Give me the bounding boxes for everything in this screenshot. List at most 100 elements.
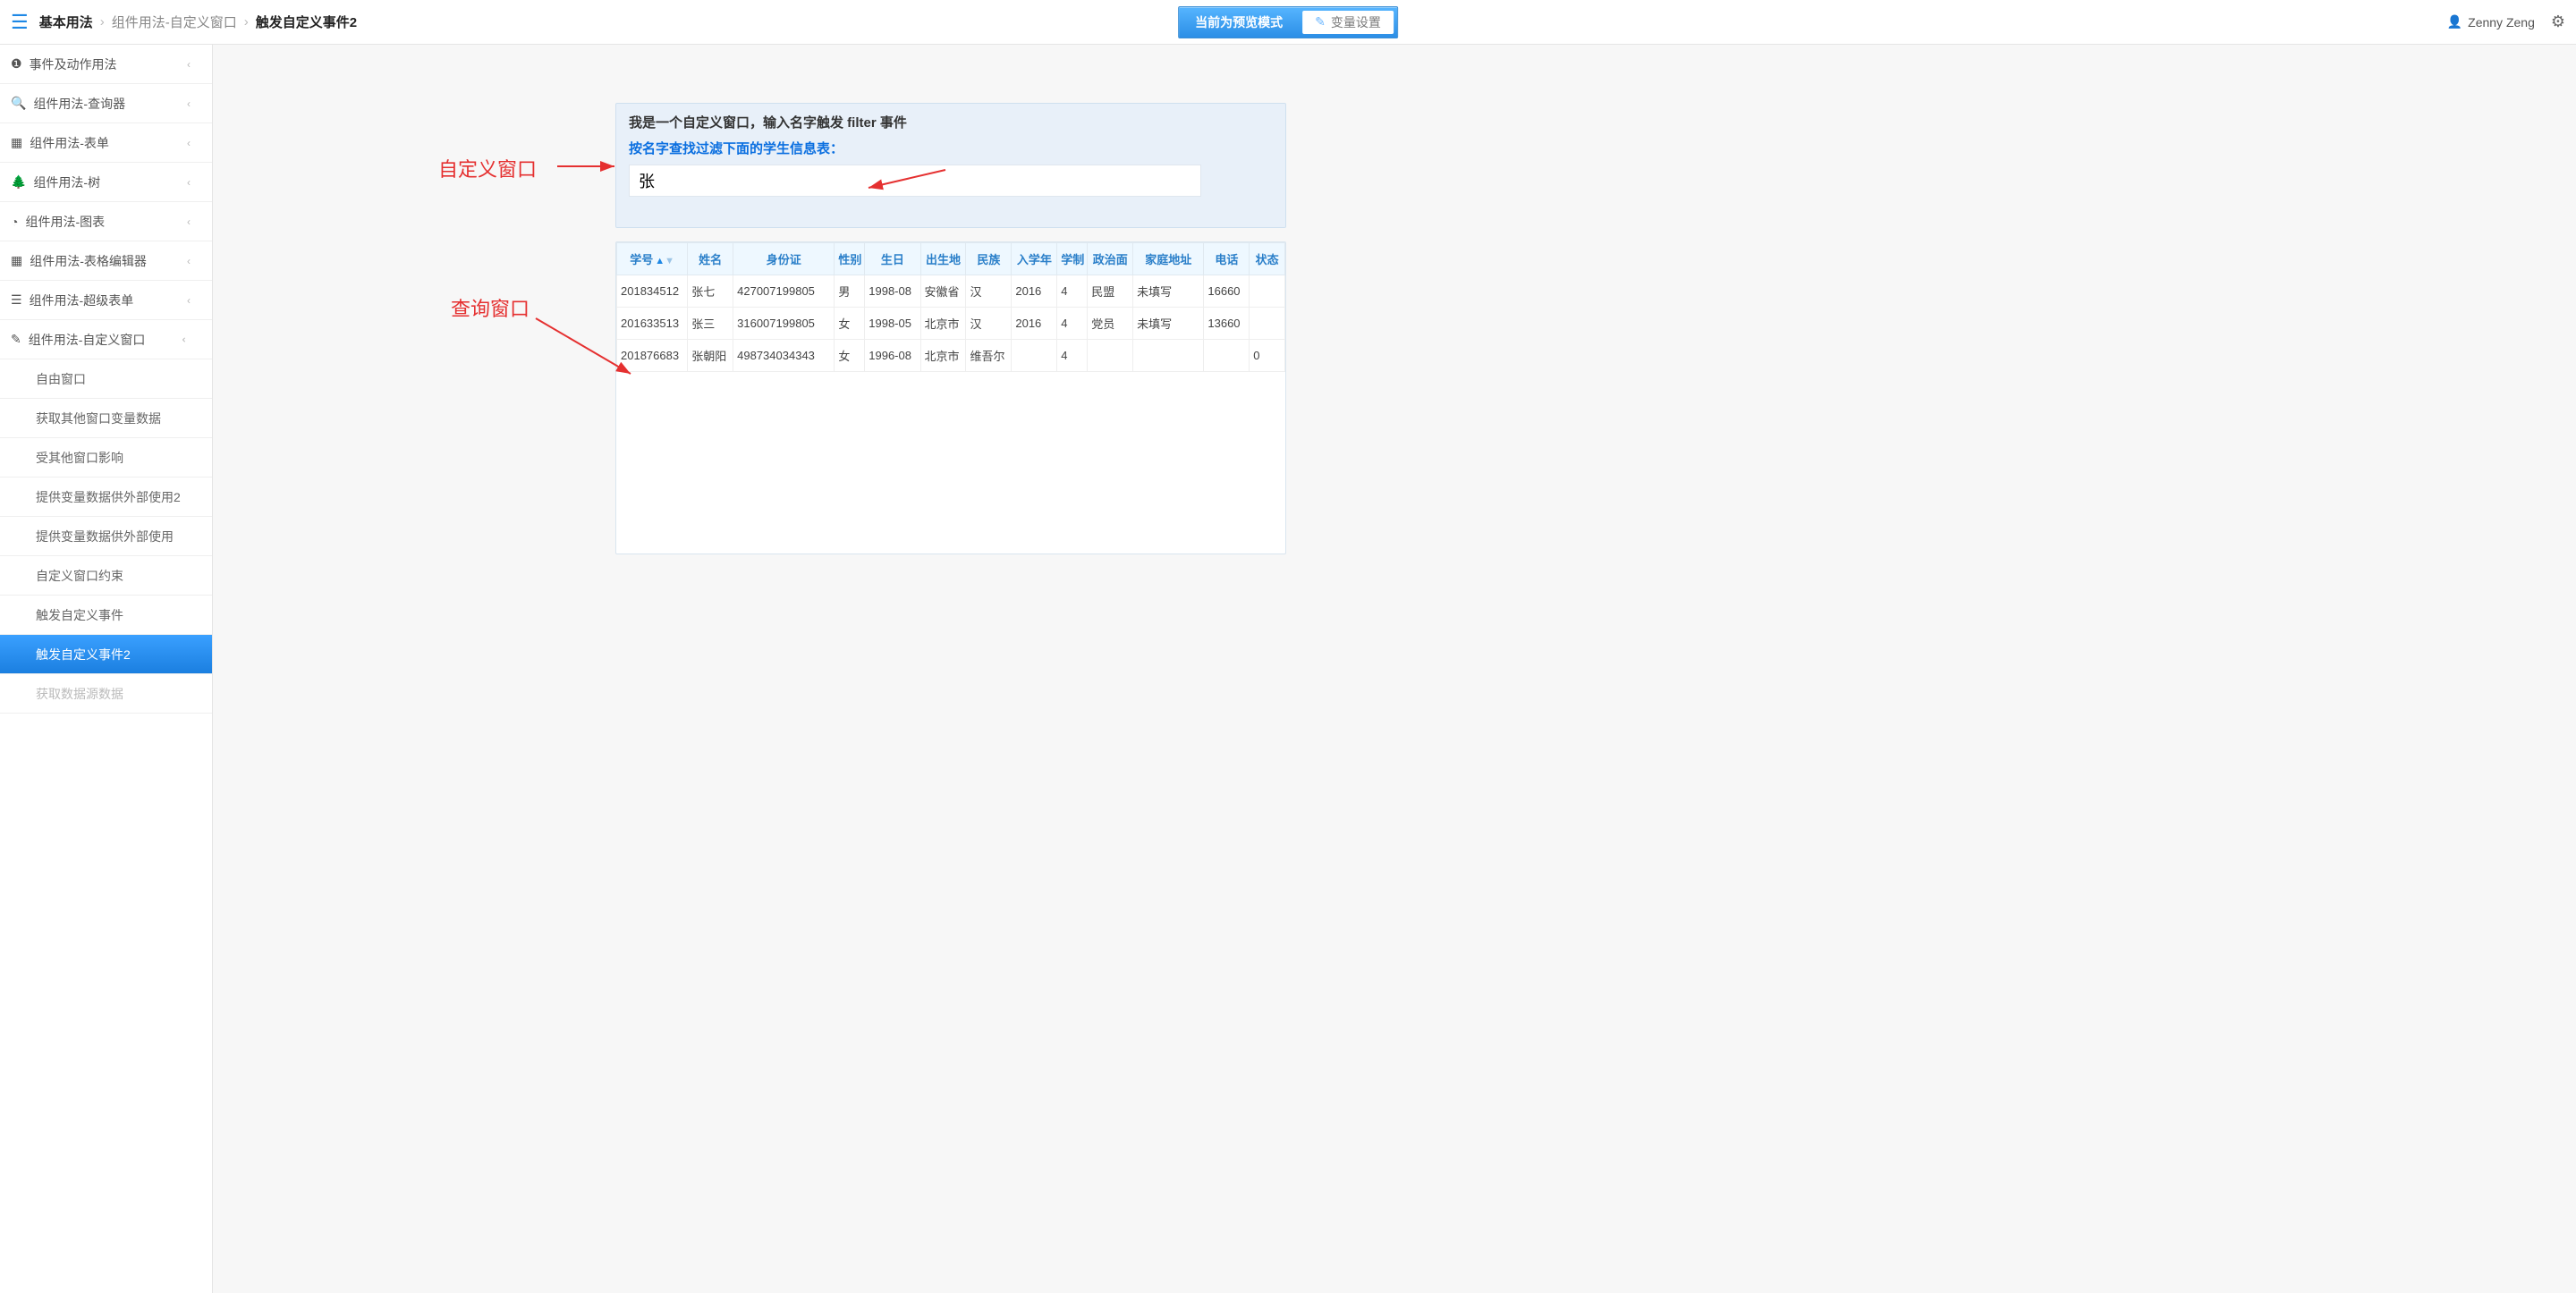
table-cell: 张七: [688, 275, 733, 308]
table-cell: 4: [1057, 308, 1088, 340]
custom-window-title: 我是一个自定义窗口，输入名字触发 filter 事件: [616, 104, 1285, 137]
search-icon: 🔍: [11, 96, 26, 111]
table-cell: [1204, 340, 1250, 372]
table-cell: 安徽省: [920, 275, 966, 308]
info-circle-icon: ❶: [11, 56, 22, 72]
annotation-arrows: [213, 45, 2576, 1293]
col-header[interactable]: 学制: [1057, 243, 1088, 275]
col-header[interactable]: 出生地: [920, 243, 966, 275]
col-header[interactable]: 状态: [1250, 243, 1285, 275]
name-filter-input[interactable]: [629, 165, 1201, 197]
table-cell: 汉: [966, 275, 1012, 308]
sidebar-sub-6[interactable]: 触发自定义事件: [0, 596, 212, 635]
sidebar-sub-3[interactable]: 提供变量数据供外部使用2: [0, 477, 212, 517]
chevron-right-icon: ›: [244, 14, 249, 30]
sidebar-item-5[interactable]: ▦组件用法-表格编辑器‹: [0, 241, 212, 281]
col-header[interactable]: 姓名: [688, 243, 733, 275]
sidebar-item-0[interactable]: ❶ 事件及动作用法 ‹: [0, 45, 212, 84]
chevron-left-icon: ‹: [187, 294, 191, 307]
table-cell: 汉: [966, 308, 1012, 340]
sidebar-item-6[interactable]: ☰组件用法-超级表单‹: [0, 281, 212, 320]
grid-icon: ▦: [11, 253, 22, 268]
chevron-right-icon: ›: [100, 14, 105, 30]
sidebar-item-label: 事件及动作用法: [30, 55, 117, 73]
user-icon: 👤: [2447, 14, 2462, 30]
table-cell: [1250, 308, 1285, 340]
sidebar-sub-8[interactable]: 获取数据源数据: [0, 674, 212, 714]
sidebar-item-4[interactable]: ◔组件用法-图表‹: [0, 202, 212, 241]
table-cell: [1133, 340, 1204, 372]
table-cell: 316007199805: [733, 308, 835, 340]
breadcrumb: 基本用法 › 组件用法-自定义窗口 › 触发自定义事件2: [39, 13, 357, 31]
col-header[interactable]: 生日: [865, 243, 920, 275]
col-header[interactable]: 民族: [966, 243, 1012, 275]
col-header[interactable]: 学号▲▼: [617, 243, 688, 275]
sidebar-item-7[interactable]: ✎组件用法-自定义窗口⌄: [0, 320, 212, 359]
chevron-left-icon: ‹: [187, 58, 191, 71]
sidebar-sub-2[interactable]: 受其他窗口影响: [0, 438, 212, 477]
table-cell: 女: [835, 340, 865, 372]
sidebar-item-2[interactable]: ▦组件用法-表单‹: [0, 123, 212, 163]
annotation-custom-window-label: 自定义窗口: [438, 154, 537, 182]
chevron-left-icon: ‹: [187, 97, 191, 110]
col-header[interactable]: 性别: [835, 243, 865, 275]
sidebar-item-label: 组件用法-超级表单: [30, 292, 134, 309]
sidebar-item-label: 组件用法-自定义窗口: [29, 331, 146, 349]
filter-label: 按名字查找过滤下面的学生信息表：: [616, 137, 1285, 165]
sidebar-sub-7[interactable]: 触发自定义事件2: [0, 635, 212, 674]
chart-icon: ◔: [11, 215, 18, 229]
table-row[interactable]: 201633513张三316007199805女1998-05北京市汉20164…: [617, 308, 1285, 340]
sidebar-sub-1[interactable]: 获取其他窗口变量数据: [0, 399, 212, 438]
chevron-left-icon: ‹: [187, 137, 191, 149]
table-row[interactable]: 201834512张七427007199805男1998-08安徽省汉20164…: [617, 275, 1285, 308]
table-cell: [1088, 340, 1133, 372]
sidebar-item-3[interactable]: 🌲组件用法-树‹: [0, 163, 212, 202]
sidebar-sub-4[interactable]: 提供变量数据供外部使用: [0, 517, 212, 556]
tree-icon: 🌲: [11, 174, 26, 190]
user-menu[interactable]: 👤 Zenny Zeng: [2447, 14, 2535, 30]
topbar-right: 👤 Zenny Zeng ⚙: [2447, 13, 2565, 31]
table-cell: 427007199805: [733, 275, 835, 308]
col-header[interactable]: 入学年: [1012, 243, 1057, 275]
table-cell: 0: [1250, 340, 1285, 372]
table-cell: 201834512: [617, 275, 688, 308]
breadcrumb-current: 触发自定义事件2: [256, 13, 357, 31]
col-header[interactable]: 身份证: [733, 243, 835, 275]
sidebar-item-1[interactable]: 🔍组件用法-查询器‹: [0, 84, 212, 123]
table-cell: 16660: [1204, 275, 1250, 308]
table-cell: 女: [835, 308, 865, 340]
sidebar-item-label: 组件用法-表单: [30, 134, 109, 152]
sidebar: ❶事件及动作用法‹🔍组件用法-查询器‹▦组件用法-表单‹🌲组件用法-树‹◔组件用…: [0, 45, 213, 1293]
variable-settings-label: 变量设置: [1331, 13, 1381, 31]
table-cell: 2016: [1012, 275, 1057, 308]
sidebar-item-label: 组件用法-图表: [25, 213, 105, 231]
col-header[interactable]: 家庭地址: [1133, 243, 1204, 275]
table-cell: 1996-08: [865, 340, 920, 372]
table-cell: [1012, 340, 1057, 372]
table-cell: 1998-08: [865, 275, 920, 308]
col-header[interactable]: 电话: [1204, 243, 1250, 275]
table-cell: 男: [835, 275, 865, 308]
breadcrumb-mid[interactable]: 组件用法-自定义窗口: [112, 13, 237, 31]
table-cell: 未填写: [1133, 308, 1204, 340]
pencil-icon: ✎: [1315, 14, 1326, 30]
breadcrumb-root[interactable]: 基本用法: [39, 13, 93, 31]
sidebar-sub-5[interactable]: 自定义窗口约束: [0, 556, 212, 596]
sidebar-sub-0[interactable]: 自由窗口: [0, 359, 212, 399]
topbar: ☰ 基本用法 › 组件用法-自定义窗口 › 触发自定义事件2 当前为预览模式 ✎…: [0, 0, 2576, 45]
variable-settings-button[interactable]: ✎ 变量设置: [1302, 11, 1394, 34]
custom-window-pane: 我是一个自定义窗口，输入名字触发 filter 事件 按名字查找过滤下面的学生信…: [615, 103, 1286, 228]
table-row[interactable]: 201876683张朝阳498734034343女1996-08北京市维吾尔40: [617, 340, 1285, 372]
table-cell: 张三: [688, 308, 733, 340]
table-cell: 2016: [1012, 308, 1057, 340]
preview-mode-pill: 当前为预览模式 ✎ 变量设置: [1178, 6, 1398, 38]
preview-mode-label: 当前为预览模式: [1179, 7, 1299, 38]
students-table: 学号▲▼姓名身份证性别生日出生地民族入学年学制政治面家庭地址电话状态 20183…: [616, 242, 1285, 372]
gear-icon[interactable]: ⚙: [2551, 13, 2565, 31]
chevron-left-icon: ‹: [187, 255, 191, 267]
edit-icon: ✎: [11, 332, 21, 347]
menu-toggle-icon[interactable]: ☰: [11, 11, 29, 34]
col-header[interactable]: 政治面: [1088, 243, 1133, 275]
table-cell: 498734034343: [733, 340, 835, 372]
main-canvas: 自定义窗口 查询窗口 用户输入时会触发 filter 事件， 影响下面的查询结果…: [213, 45, 2576, 1293]
